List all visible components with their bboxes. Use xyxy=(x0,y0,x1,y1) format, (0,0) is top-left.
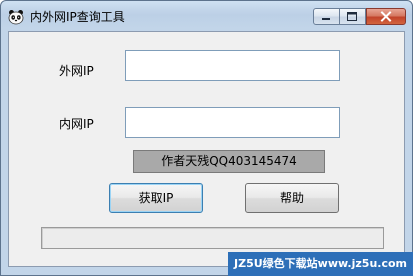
close-button[interactable] xyxy=(366,8,406,25)
internal-ip-label: 内网IP xyxy=(59,117,94,131)
minimize-button[interactable] xyxy=(313,8,340,25)
window-title: 内外网IP查询工具 xyxy=(30,10,125,24)
status-bar xyxy=(41,227,384,249)
site-watermark: JZ5U绿色下载站www.jz5u.com xyxy=(228,252,413,276)
minimize-icon xyxy=(322,18,330,20)
maximize-icon xyxy=(347,12,357,21)
external-ip-field[interactable] xyxy=(125,50,340,81)
help-button[interactable]: 帮助 xyxy=(245,183,339,213)
external-ip-label: 外网IP xyxy=(59,64,94,78)
internal-ip-field[interactable] xyxy=(125,107,340,138)
panda-icon xyxy=(8,9,24,25)
app-window: 内外网IP查询工具 外网IP 内网IP 作者天残QQ403145474 获取IP… xyxy=(0,0,413,276)
author-banner: 作者天残QQ403145474 xyxy=(133,150,325,173)
client-area: 外网IP 内网IP 作者天残QQ403145474 获取IP 帮助 xyxy=(8,31,405,267)
maximize-button[interactable] xyxy=(340,8,366,25)
title-bar[interactable]: 内外网IP查询工具 xyxy=(1,1,412,31)
get-ip-button[interactable]: 获取IP xyxy=(109,183,203,213)
close-icon xyxy=(380,11,392,22)
